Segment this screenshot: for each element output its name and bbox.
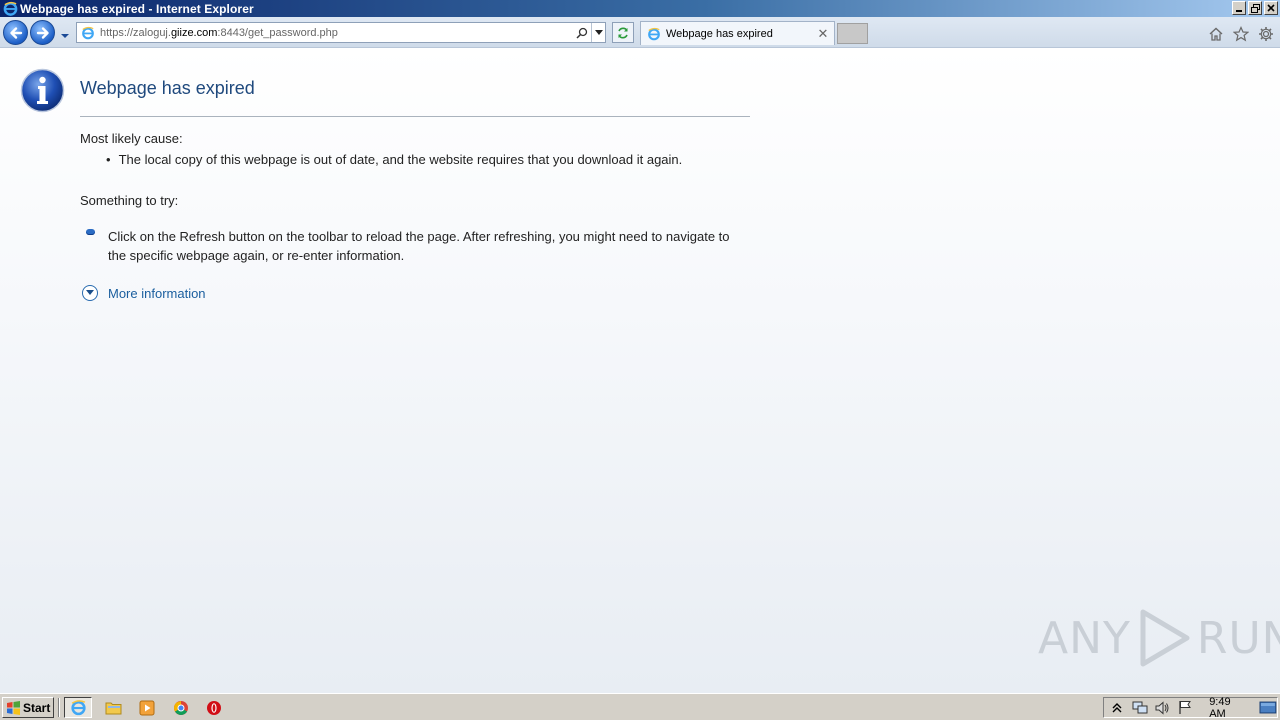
back-arrow-icon (9, 26, 22, 39)
play-logo-icon (1140, 609, 1190, 667)
tab-active[interactable]: Webpage has expired ✕ (640, 21, 835, 45)
tab-label: Webpage has expired (666, 27, 773, 40)
blue-bullet-icon (86, 229, 95, 235)
try-heading: Something to try: (80, 193, 179, 208)
search-icon[interactable] (573, 23, 591, 42)
bullet-dot: • (106, 152, 111, 167)
restore-button[interactable] (1248, 1, 1262, 15)
taskbar-opera[interactable] (200, 697, 228, 718)
favorites-star-icon[interactable] (1232, 25, 1249, 42)
back-button[interactable] (3, 20, 28, 45)
close-button[interactable] (1264, 1, 1278, 15)
home-icon[interactable] (1207, 25, 1224, 42)
taskbar-chrome[interactable] (167, 697, 195, 718)
url-text[interactable]: https://zaloguj.giize.com:8443/get_passw… (100, 27, 573, 39)
internet-explorer-icon (2, 1, 18, 17)
url-host: giize.com (170, 26, 218, 39)
windows-logo-icon (5, 700, 21, 716)
anyrun-watermark: ANY RUN (1038, 608, 1280, 668)
cause-list-item: • The local copy of this webpage is out o… (106, 152, 682, 167)
internet-explorer-icon (70, 700, 86, 716)
folder-icon (105, 702, 121, 715)
toolbar-icons (1207, 25, 1274, 42)
title-divider (80, 116, 750, 117)
new-tab-button[interactable] (837, 23, 868, 44)
expand-chevron-icon (82, 285, 98, 301)
settings-gear-icon[interactable] (1257, 25, 1274, 42)
recent-pages-dropdown[interactable] (59, 27, 71, 39)
refresh-icon (618, 27, 628, 38)
more-information-link[interactable]: More information (82, 285, 206, 301)
taskbar: Start 9:49 AM (0, 693, 1280, 720)
start-button[interactable]: Start (2, 697, 54, 718)
system-tray: 9:49 AM (1103, 696, 1278, 720)
more-information-label: More information (108, 285, 206, 301)
forward-arrow-icon (36, 26, 49, 39)
try-list-item: Click on the Refresh button on the toolb… (108, 229, 730, 263)
clock[interactable]: 9:49 AM (1209, 696, 1249, 720)
tab-close-icon[interactable]: ✕ (815, 26, 831, 42)
forward-button[interactable] (30, 20, 55, 45)
taskbar-media-player[interactable] (133, 697, 161, 718)
taskbar-file-explorer[interactable] (99, 697, 127, 718)
site-ie-icon (79, 24, 97, 42)
start-label: Start (23, 700, 51, 715)
show-hidden-icons-icon[interactable] (1107, 699, 1127, 717)
chevron-down-icon (61, 34, 69, 38)
page-content: Webpage has expired Most likely cause: •… (0, 48, 1280, 693)
volume-icon[interactable] (1153, 699, 1173, 717)
network-icon[interactable] (1130, 699, 1150, 717)
tab-ie-icon (645, 25, 663, 43)
info-icon (20, 68, 65, 113)
compatibility-refresh-button[interactable] (612, 22, 634, 43)
title-bar: Webpage has expired - Internet Explorer (0, 0, 1280, 17)
page-title: Webpage has expired (80, 78, 255, 98)
navigation-bar: https://zaloguj.giize.com:8443/get_passw… (0, 17, 1280, 48)
minimize-button[interactable] (1232, 1, 1246, 15)
cause-heading: Most likely cause: (80, 131, 183, 146)
watermark-right-text: RUN (1196, 612, 1280, 664)
chrome-icon (174, 700, 188, 715)
address-dropdown-icon[interactable] (591, 23, 605, 42)
window-controls (1232, 1, 1278, 15)
watermark-left-text: ANY (1038, 612, 1131, 664)
taskbar-separator (58, 698, 60, 717)
action-center-flag-icon[interactable] (1175, 699, 1195, 717)
opera-icon (207, 700, 221, 715)
url-suffix: :8443/get_password.php (217, 26, 338, 39)
taskbar-internet-explorer[interactable] (64, 697, 92, 718)
show-desktop-icon[interactable] (1259, 701, 1277, 715)
media-player-icon (139, 700, 155, 715)
cause-text: The local copy of this webpage is out of… (118, 152, 683, 167)
address-bar[interactable]: https://zaloguj.giize.com:8443/get_passw… (76, 22, 606, 43)
url-prefix: https://zaloguj. (100, 26, 171, 39)
window-title: Webpage has expired - Internet Explorer (20, 1, 254, 16)
